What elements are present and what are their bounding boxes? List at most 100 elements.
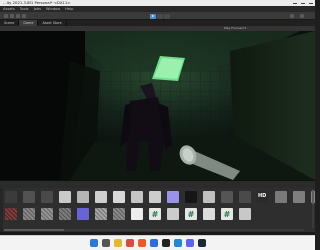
asset-item[interactable] [274,191,288,203]
asset-thumbnail [41,191,53,203]
scale-tool-icon[interactable] [22,14,26,18]
asset-thumbnail [59,191,71,203]
discord-icon[interactable] [186,239,194,247]
minimize-icon[interactable] [293,2,297,4]
asset-item[interactable] [40,208,54,220]
asset-thumbnail [77,191,89,203]
asset-item[interactable]: # [220,208,234,220]
asset-item[interactable] [148,191,162,203]
vscode-icon[interactable] [174,239,182,247]
rotate-tool-icon[interactable] [16,14,20,18]
asset-thumbnail: # [185,208,197,220]
layout-dropdown[interactable] [300,14,304,18]
asset-thumbnail [23,208,35,220]
csharp-script-icon: # [151,209,159,219]
asset-item[interactable] [202,208,216,220]
chrome-icon[interactable] [126,239,134,247]
blue-app-icon[interactable] [150,239,158,247]
asset-item[interactable] [130,191,144,203]
asset-item[interactable] [166,191,180,203]
asset-thumbnail [203,191,215,203]
asset-thumbnail: # [221,208,233,220]
step-button[interactable] [164,13,170,19]
maximize-icon[interactable] [301,2,305,4]
asset-item[interactable] [76,208,90,220]
asset-item[interactable] [292,191,306,203]
asset-thumbnail [41,208,53,220]
asset-item[interactable] [58,208,72,220]
window-title: ...ity 2021.3.8f1 Personal* <DX11> [3,0,71,5]
asset-item[interactable] [112,208,126,220]
game-viewport[interactable] [0,31,315,180]
asset-item[interactable] [238,191,252,203]
asset-thumbnail [293,191,305,203]
asset-item[interactable] [238,208,252,220]
steam-icon[interactable] [198,239,206,247]
asset-item[interactable] [202,191,216,203]
asset-item[interactable] [22,208,36,220]
asset-thumbnail [239,191,251,203]
asset-item[interactable]: # [148,208,162,220]
search-icon[interactable] [102,239,110,247]
asset-item[interactable] [112,191,126,203]
asset-item[interactable] [22,191,36,203]
vertical-scrollbar[interactable] [312,190,314,228]
asset-thumbnail [23,191,35,203]
close-icon[interactable] [309,2,313,4]
asset-thumbnail [95,208,107,220]
asset-thumbnail [185,191,197,203]
main-toolbar [0,12,315,20]
asset-thumbnail [275,191,287,203]
asset-thumbnail [149,191,161,203]
folder-tree [0,188,3,232]
csharp-script-icon: # [223,209,231,219]
play-button[interactable] [150,13,156,19]
windows-taskbar [0,235,315,250]
asset-thumbnail [239,208,251,220]
asset-thumbnail [5,191,17,203]
asset-item[interactable] [58,191,72,203]
asset-item[interactable] [76,191,90,203]
asset-thumbnail [95,191,107,203]
asset-item[interactable]: # [184,208,198,220]
project-panel-header [0,180,315,188]
asset-item[interactable] [184,191,198,203]
asset-item[interactable] [220,191,234,203]
asset-thumbnail [113,208,125,220]
asset-thumbnail [131,208,143,220]
assets-row-2: # # # [4,208,252,220]
layers-dropdown[interactable] [290,14,294,18]
asset-item[interactable] [94,191,108,203]
asset-thumbnail [5,208,17,220]
asset-item[interactable] [4,208,18,220]
asset-item[interactable]: HD [256,191,270,203]
asset-thumbnail [221,191,233,203]
asset-item[interactable] [4,191,18,203]
asset-thumbnail [203,208,215,220]
asset-thumbnail [167,191,179,203]
move-tool-icon[interactable] [10,14,14,18]
horizontal-scrollbar[interactable] [4,229,304,231]
windows-start-icon[interactable] [90,239,98,247]
asset-thumbnail [113,191,125,203]
pause-button[interactable] [157,13,163,19]
asset-thumbnail [77,208,89,220]
asset-item[interactable] [130,208,144,220]
hand-tool-icon[interactable] [4,14,8,18]
asset-badge: HD [258,193,267,199]
unity-editor-window: ...ity 2021.3.8f1 Personal* <DX11> Asset… [0,0,315,250]
unity-icon[interactable] [162,239,170,247]
csharp-script-icon: # [187,209,195,219]
asset-thumbnail [167,208,179,220]
asset-item[interactable] [40,191,54,203]
assets-row-1: HD [4,191,315,203]
brave-icon[interactable] [138,239,146,247]
file-explorer-icon[interactable] [114,239,122,247]
asset-item[interactable] [166,208,180,220]
asset-thumbnail: HD [257,191,269,203]
asset-thumbnail: # [149,208,161,220]
asset-thumbnail [131,191,143,203]
game-scene [0,31,315,180]
asset-item[interactable] [94,208,108,220]
asset-thumbnail [59,208,71,220]
